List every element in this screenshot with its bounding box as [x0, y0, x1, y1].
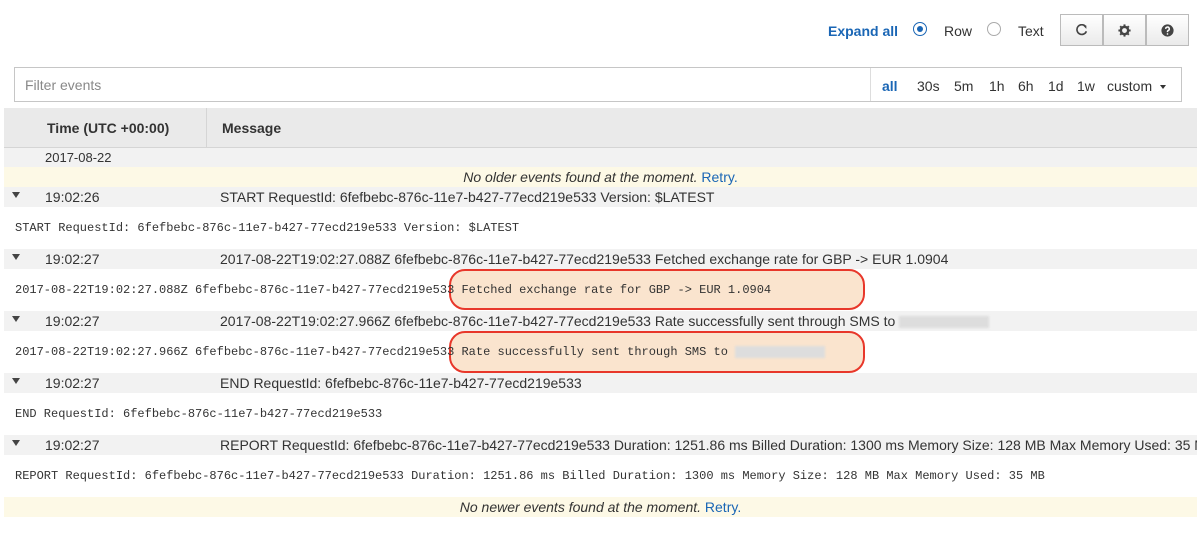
collapse-triangle-icon[interactable] [12, 254, 20, 260]
newer-events-text: No newer events found at the moment. [459, 499, 702, 515]
date-group-row: 2017-08-22 [4, 148, 1197, 167]
event-message: REPORT RequestId: 6fefbebc-876c-11e7-b42… [220, 437, 1197, 453]
range-custom-dropdown[interactable]: custom [1107, 78, 1167, 94]
event-detail: 2017-08-22T19:02:27.966Z 6fefbebc-876c-1… [4, 331, 1197, 373]
collapse-triangle-icon[interactable] [12, 440, 20, 446]
log-event-row[interactable]: 19:02:27 END RequestId: 6fefbebc-876c-11… [4, 373, 1197, 393]
caret-down-icon [1160, 85, 1167, 90]
event-time: 19:02:26 [45, 189, 100, 205]
event-message: 2017-08-22T19:02:27.088Z 6fefbebc-876c-1… [220, 251, 949, 267]
collapse-triangle-icon[interactable] [12, 192, 20, 198]
retry-newer-link[interactable]: Retry. [705, 499, 741, 515]
event-message: 2017-08-22T19:02:27.966Z 6fefbebc-876c-1… [220, 313, 990, 329]
redacted-phone-number [899, 316, 990, 329]
event-time: 19:02:27 [45, 313, 100, 329]
redacted-phone-number [735, 345, 826, 358]
range-30s[interactable]: 30s [917, 78, 940, 94]
filter-events-input[interactable] [15, 68, 871, 101]
event-detail-text: 2017-08-22T19:02:27.088Z 6fefbebc-876c-1… [15, 283, 771, 297]
event-detail-text: 2017-08-22T19:02:27.966Z 6fefbebc-876c-1… [15, 345, 826, 359]
event-detail: START RequestId: 6fefbebc-876c-11e7-b427… [4, 207, 1197, 249]
row-view-radio[interactable] [913, 22, 927, 36]
help-icon [1161, 23, 1174, 37]
help-button[interactable] [1146, 14, 1189, 46]
event-message-text: 2017-08-22T19:02:27.966Z 6fefbebc-876c-1… [220, 313, 896, 329]
event-detail-text: END RequestId: 6fefbebc-876c-11e7-b427-7… [15, 407, 383, 421]
event-message: END RequestId: 6fefbebc-876c-11e7-b427-7… [220, 375, 582, 391]
newer-events-notice: No newer events found at the moment. Ret… [4, 497, 1197, 517]
range-custom-label: custom [1107, 78, 1153, 94]
event-time: 19:02:27 [45, 251, 100, 267]
collapse-triangle-icon[interactable] [12, 378, 20, 384]
event-detail-text: REPORT RequestId: 6fefbebc-876c-11e7-b42… [15, 469, 1045, 483]
message-column-header[interactable]: Message [222, 120, 281, 136]
retry-older-link[interactable]: Retry. [701, 169, 737, 185]
settings-button[interactable] [1103, 14, 1146, 46]
event-time: 19:02:27 [45, 437, 100, 453]
range-1h[interactable]: 1h [989, 78, 1005, 94]
time-column-header[interactable]: Time (UTC +00:00) [4, 108, 207, 147]
table-header: Time (UTC +00:00) Message [4, 108, 1197, 148]
event-detail: 2017-08-22T19:02:27.088Z 6fefbebc-876c-1… [4, 269, 1197, 311]
time-column-label: Time (UTC +00:00) [47, 120, 170, 136]
range-5m[interactable]: 5m [954, 78, 973, 94]
event-detail: REPORT RequestId: 6fefbebc-876c-11e7-b42… [4, 455, 1197, 497]
text-view-radio[interactable] [987, 22, 1001, 36]
refresh-icon [1076, 23, 1088, 35]
text-view-label[interactable]: Text [1018, 23, 1044, 39]
range-1d[interactable]: 1d [1048, 78, 1064, 94]
collapse-triangle-icon[interactable] [12, 316, 20, 322]
event-detail-highlight: Fetched exchange rate for GBP -> EUR 1.0… [461, 283, 772, 297]
older-events-text: No older events found at the moment. [463, 169, 698, 185]
filter-bar: all 30s 5m 1h 6h 1d 1w custom [14, 67, 1182, 102]
event-message: START RequestId: 6fefbebc-876c-11e7-b427… [220, 189, 715, 205]
event-detail: END RequestId: 6fefbebc-876c-11e7-b427-7… [4, 393, 1197, 435]
range-6h[interactable]: 6h [1018, 78, 1034, 94]
expand-all-link[interactable]: Expand all [828, 23, 898, 39]
range-all[interactable]: all [882, 78, 898, 94]
row-view-label[interactable]: Row [944, 23, 972, 39]
log-event-row[interactable]: 19:02:27 REPORT RequestId: 6fefbebc-876c… [4, 435, 1197, 455]
gear-icon [1118, 23, 1131, 37]
event-detail-text: START RequestId: 6fefbebc-876c-11e7-b427… [15, 221, 520, 235]
log-event-row[interactable]: 19:02:27 2017-08-22T19:02:27.966Z 6fefbe… [4, 311, 1197, 331]
event-time: 19:02:27 [45, 375, 100, 391]
date-label: 2017-08-22 [45, 150, 112, 165]
log-event-row[interactable]: 19:02:26 START RequestId: 6fefbebc-876c-… [4, 187, 1197, 207]
event-detail-highlight: Rate successfully sent through SMS to [461, 345, 728, 359]
range-1w[interactable]: 1w [1077, 78, 1095, 94]
event-detail-prefix: 2017-08-22T19:02:27.966Z 6fefbebc-876c-1… [15, 345, 455, 359]
event-detail-prefix: 2017-08-22T19:02:27.088Z 6fefbebc-876c-1… [15, 283, 455, 297]
refresh-button[interactable] [1060, 14, 1103, 46]
toolbar: Expand all Row Text [0, 14, 1197, 48]
older-events-notice: No older events found at the moment. Ret… [4, 167, 1197, 187]
log-event-row[interactable]: 19:02:27 2017-08-22T19:02:27.088Z 6fefbe… [4, 249, 1197, 269]
